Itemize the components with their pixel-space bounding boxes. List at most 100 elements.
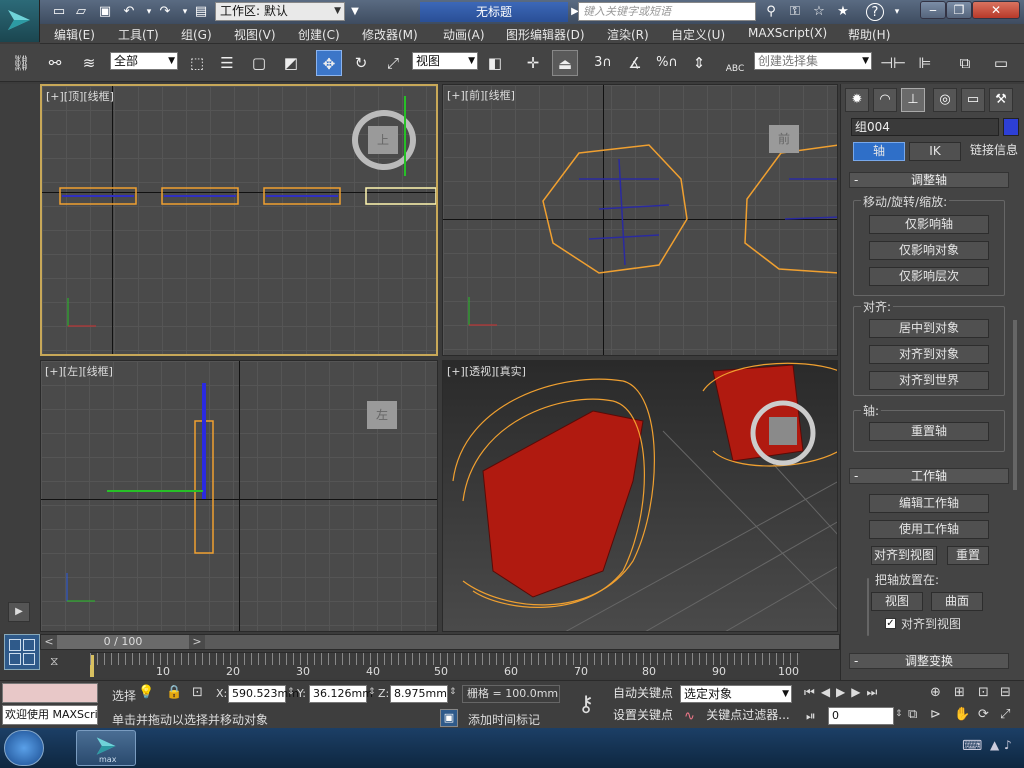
play-icon[interactable]: ▶ <box>836 685 851 699</box>
modify-tab-icon[interactable]: ◠ <box>873 88 897 112</box>
time-slider-track[interactable]: < 0 / 100 > <box>40 634 840 650</box>
menu-views[interactable]: 视图(V) <box>234 26 276 43</box>
viewport-top[interactable]: [+][顶][线框] 上 <box>40 84 438 356</box>
graphite-tools-icon[interactable]: ▭ <box>988 50 1014 76</box>
hierarchy-tab-icon[interactable]: ⊥ <box>901 88 925 112</box>
adjust-pivot-rollout-header[interactable]: - 调整轴 <box>849 172 1009 188</box>
field-of-view-icon[interactable]: ⊳ <box>930 707 941 722</box>
align-icon[interactable]: ⊫ <box>912 50 938 76</box>
angle-snap-icon[interactable]: ∡ <box>622 50 648 76</box>
viewcube[interactable]: 前 <box>769 125 799 153</box>
link-info-tab-button[interactable]: 链接信息 <box>965 142 1023 161</box>
next-frame-button[interactable]: > <box>189 635 205 649</box>
favorites-icon[interactable]: ★ <box>834 3 852 21</box>
prev-frame-button[interactable]: < <box>41 635 57 649</box>
app-menu-button[interactable] <box>0 0 40 42</box>
star-icon[interactable]: ☆ <box>810 3 828 21</box>
adjust-transform-rollout-header[interactable]: - 调整变换 <box>849 653 1009 669</box>
start-button[interactable] <box>4 730 44 766</box>
time-tag-icon[interactable]: ▣ <box>440 709 458 727</box>
select-scale-icon[interactable]: ⤢ <box>380 50 406 76</box>
prev-key-icon[interactable]: ◀ <box>821 685 836 699</box>
tray-overflow-icon[interactable]: ▲ <box>990 738 999 752</box>
auto-key-button[interactable]: 自动关键点 <box>610 685 676 704</box>
viewport-label[interactable]: [+][顶][线框] <box>46 88 114 104</box>
viewport-left[interactable]: [+][左][线框] 左 <box>40 360 438 632</box>
track-bar[interactable]: 10 20 30 40 50 60 70 80 90 100 <box>90 652 800 678</box>
align-to-view-checkbox[interactable]: ✓ <box>885 618 896 629</box>
key-mode-select[interactable]: 选定对象 ▼ <box>680 685 792 703</box>
zoom-all-icon[interactable]: ⊞ <box>954 685 965 700</box>
spinner-icon[interactable]: ⇕ <box>449 687 457 697</box>
spinner-icon[interactable]: ⇕ <box>368 687 376 697</box>
time-slider-thumb[interactable]: 0 / 100 <box>57 635 189 649</box>
y-coordinate-input[interactable]: 36.126mm <box>309 685 373 703</box>
edit-working-pivot-button[interactable]: 编辑工作轴 <box>869 494 989 513</box>
select-move-icon[interactable]: ✥ <box>316 50 342 76</box>
place-view-button[interactable]: 视图 <box>871 592 923 611</box>
viewport-label[interactable]: [+][前][线框] <box>447 87 515 103</box>
lock-icon[interactable]: 🔒 <box>166 685 182 700</box>
expand-ribbon-icon[interactable]: ▶ <box>8 602 30 622</box>
key-mode-toggle-icon[interactable]: ⏯ <box>806 709 816 724</box>
go-to-start-icon[interactable]: ⏮ <box>804 685 821 699</box>
menu-maxscript[interactable]: MAXScript(X) <box>748 26 827 40</box>
spinner-icon[interactable]: ⇕ <box>895 709 903 719</box>
zoom-extents-icon[interactable]: ⊡ <box>978 685 989 700</box>
orbit-icon[interactable]: ⟳ <box>978 707 989 722</box>
close-button[interactable]: ✕ <box>972 1 1020 19</box>
place-surface-button[interactable]: 曲面 <box>931 592 983 611</box>
search-input[interactable]: 键入关键字或短语 <box>578 2 756 21</box>
percent-snap-icon[interactable]: %∩ <box>654 50 680 76</box>
menu-modifiers[interactable]: 修改器(M) <box>362 26 418 43</box>
reference-coordinate-select[interactable]: 视图 ▼ <box>412 52 478 70</box>
affect-object-only-button[interactable]: 仅影响对象 <box>869 241 989 260</box>
ik-tab-button[interactable]: IK <box>909 142 961 161</box>
viewport-front[interactable]: [+][前][线框] 前 <box>442 84 838 356</box>
menu-create[interactable]: 创建(C) <box>298 26 340 43</box>
layer-manager-icon[interactable]: ⧉ <box>952 50 978 76</box>
viewport-label[interactable]: [+][左][线框] <box>45 363 113 379</box>
display-tab-icon[interactable]: ▭ <box>961 88 985 112</box>
pan-hand-icon[interactable]: ✋ <box>954 707 970 722</box>
unlink-icon[interactable]: ⚯ <box>42 50 68 76</box>
align-to-world-button[interactable]: 对齐到世界 <box>869 371 989 390</box>
menu-customize[interactable]: 自定义(U) <box>671 26 725 43</box>
affect-pivot-only-button[interactable]: 仅影响轴 <box>869 215 989 234</box>
go-to-end-icon[interactable]: ⏭ <box>867 685 884 699</box>
menu-animation[interactable]: 动画(A) <box>443 26 485 43</box>
viewport-layout-icon[interactable] <box>4 634 40 670</box>
next-key-icon[interactable]: ▶ <box>851 685 866 699</box>
key-filters-button[interactable]: 关键点过滤器... <box>702 707 794 726</box>
spinner-snap-icon[interactable]: ⇕ <box>686 50 712 76</box>
volume-tray-icon[interactable]: ♪ <box>1004 738 1012 752</box>
key-tool-icon[interactable]: ⚿ <box>786 3 804 21</box>
project-folder-icon[interactable]: ▤ <box>192 3 210 21</box>
menu-tools[interactable]: 工具(T) <box>118 26 159 43</box>
maxscript-mini-listener[interactable]: 欢迎使用 MAXScri <box>2 705 98 725</box>
viewcube[interactable]: 上 <box>368 126 398 154</box>
align-to-object-button[interactable]: 对齐到对象 <box>869 345 989 364</box>
z-coordinate-input[interactable]: 8.975mm <box>390 685 448 703</box>
undo-icon[interactable]: ↶ <box>120 3 138 21</box>
redo-icon[interactable]: ↷ <box>156 3 174 21</box>
select-object-icon[interactable]: ⬚ <box>184 50 210 76</box>
x-coordinate-input[interactable]: 590.523mm <box>228 685 299 703</box>
motion-tab-icon[interactable]: ◎ <box>933 88 957 112</box>
create-tab-icon[interactable]: ✹ <box>845 88 869 112</box>
keyboard-tray-icon[interactable]: ⌨ <box>962 738 982 754</box>
viewcube[interactable]: 左 <box>367 401 397 429</box>
menu-help[interactable]: 帮助(H) <box>848 26 890 43</box>
select-rotate-icon[interactable]: ↻ <box>348 50 374 76</box>
snap-toggle-icon[interactable]: 3∩ <box>590 50 616 76</box>
mirror-icon[interactable]: ⊣⊢ <box>880 50 906 76</box>
named-selection-input[interactable]: 创建选择集 ▼ <box>754 52 872 70</box>
pivot-center-icon[interactable]: ◧ <box>482 50 508 76</box>
reset-pivot-button[interactable]: 重置轴 <box>869 422 989 441</box>
taskbar-3dsmax-button[interactable]: max <box>76 730 136 766</box>
new-file-icon[interactable]: ▭ <box>50 3 68 21</box>
menu-edit[interactable]: 编辑(E) <box>54 26 95 43</box>
maximize-button[interactable]: ❐ <box>946 1 972 19</box>
save-icon[interactable]: ▣ <box>96 3 114 21</box>
zoom-extents-all-icon[interactable]: ⊟ <box>1000 685 1011 700</box>
